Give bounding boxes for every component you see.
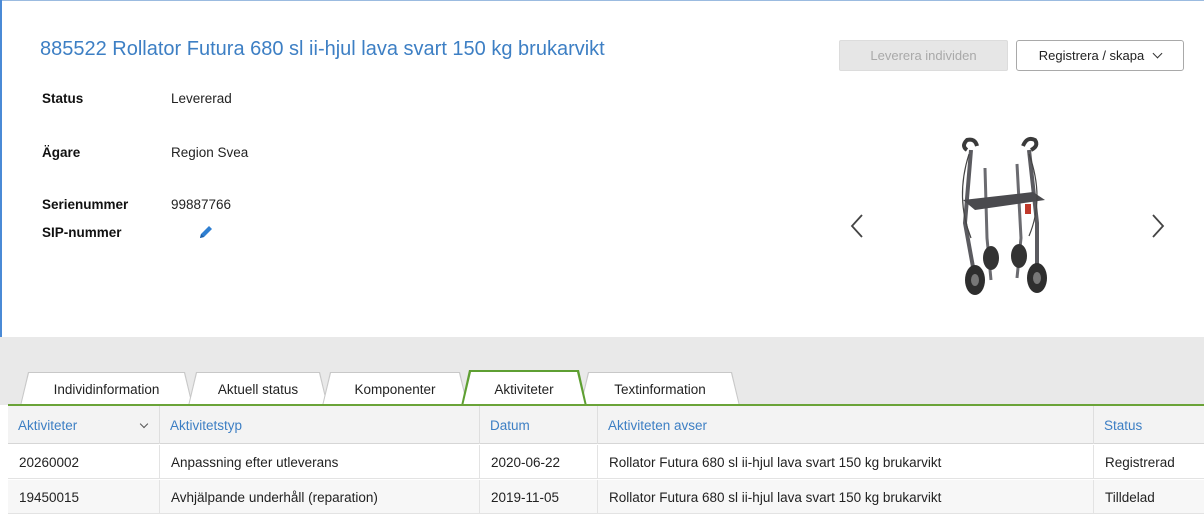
sip-number-label: SIP-nummer xyxy=(42,225,122,240)
column-header-datum[interactable]: Datum xyxy=(480,406,598,444)
tab-textinformation[interactable]: Textinformation xyxy=(581,373,739,406)
table-row[interactable]: 20260002 Anpassning efter utleverans 202… xyxy=(8,445,1204,479)
cell-activity-type: Anpassning efter utleverans xyxy=(160,445,480,479)
rollator-product-image xyxy=(925,128,1065,303)
owner-label: Ägare xyxy=(42,145,81,160)
serial-number-label: Serienummer xyxy=(42,197,129,212)
tab-komponenter[interactable]: Komponenter xyxy=(323,373,467,406)
cell-date: 2020-06-22 xyxy=(480,445,598,479)
column-header-aktivitetstyp[interactable]: Aktivitetstyp xyxy=(160,406,480,444)
cell-regarding: Rollator Futura 680 sl ii-hjul lava svar… xyxy=(598,445,1094,479)
column-header-status[interactable]: Status xyxy=(1094,406,1204,444)
cell-activity-id: 19450015 xyxy=(8,480,160,514)
chevron-down-icon xyxy=(1152,48,1163,59)
tab-aktiviteter[interactable]: Aktiviteter xyxy=(463,372,585,406)
serial-number-value: 99887766 xyxy=(171,197,232,212)
tab-individinformation[interactable]: Individinformation xyxy=(21,373,192,406)
chevron-left-icon[interactable] xyxy=(845,209,869,243)
chevron-right-icon[interactable] xyxy=(1146,209,1170,243)
column-header-aktiviteten-avser[interactable]: Aktiviteten avser xyxy=(598,406,1094,444)
table-header: Aktiviteter Aktivitetstyp Datum Aktivite… xyxy=(8,406,1204,444)
cell-activity-type: Avhjälpande underhåll (reparation) xyxy=(160,480,480,514)
cell-date: 2019-11-05 xyxy=(480,480,598,514)
cell-status: Tilldelad xyxy=(1105,489,1155,505)
top-border xyxy=(0,0,1204,1)
status-value: Levererad xyxy=(171,91,232,106)
register-create-dropdown[interactable]: Registrera / skapa xyxy=(1016,40,1184,71)
table-row[interactable]: 19450015 Avhjälpande underhåll (reparati… xyxy=(8,480,1204,514)
page-title: 885522 Rollator Futura 680 sl ii-hjul la… xyxy=(40,38,605,60)
cell-regarding: Rollator Futura 680 sl ii-hjul lava svar… xyxy=(598,480,1094,514)
status-label: Status xyxy=(42,91,84,106)
item-detail-page: 885522 Rollator Futura 680 sl ii-hjul la… xyxy=(0,0,1204,525)
deliver-item-button[interactable]: Leverera individen xyxy=(839,40,1008,71)
tab-bar: Individinformation Aktuell status Kompon… xyxy=(0,370,1204,406)
owner-value: Region Svea xyxy=(171,145,249,160)
tab-aktuell-status[interactable]: Aktuell status xyxy=(189,373,327,406)
column-header-aktiviteter[interactable]: Aktiviteter xyxy=(8,406,160,444)
left-accent-border xyxy=(0,0,2,340)
sort-chevron-down-icon[interactable] xyxy=(139,419,149,429)
cell-activity-id: 20260002 xyxy=(8,445,160,479)
cell-status: Registrerad xyxy=(1105,454,1175,470)
edit-pencil-icon[interactable] xyxy=(196,222,216,242)
register-create-label: Registrera / skapa xyxy=(1038,48,1145,63)
column-header-label: Aktiviteter xyxy=(18,417,78,433)
